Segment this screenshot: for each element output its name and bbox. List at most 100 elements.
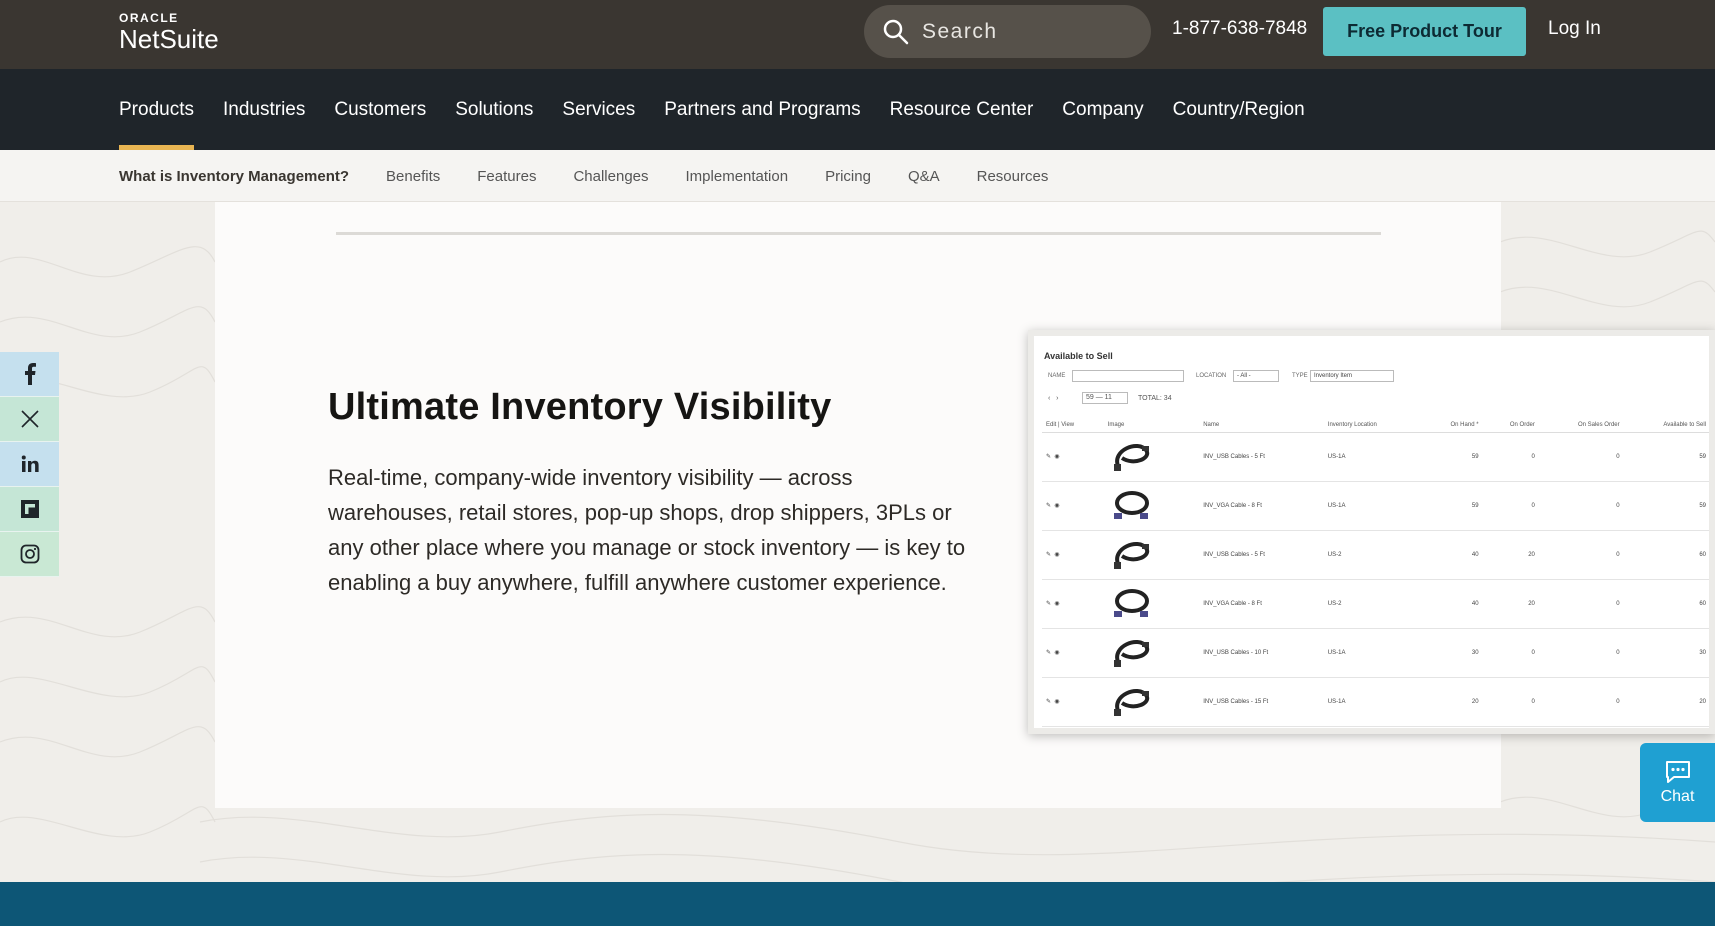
subnav-benefits[interactable]: Benefits xyxy=(386,168,440,185)
nav-country-region[interactable]: Country/Region xyxy=(1173,69,1305,150)
available-cell: 59 xyxy=(1623,481,1709,531)
section-headline: Ultimate Inventory Visibility xyxy=(328,386,832,428)
phone-number[interactable]: 1-877-638-7848 xyxy=(1172,18,1307,40)
nav-resource-center[interactable]: Resource Center xyxy=(890,69,1034,150)
available-to-sell-screenshot: Available to Sell NAME LOCATION - All - … xyxy=(1028,330,1715,734)
pager-total: TOTAL: 34 xyxy=(1138,395,1172,402)
subnav-resources[interactable]: Resources xyxy=(977,168,1049,185)
subnav-what-is[interactable]: What is Inventory Management? xyxy=(119,168,349,185)
facebook-share[interactable] xyxy=(0,352,59,397)
col-on-order: On Order xyxy=(1482,418,1539,433)
on-sales-order-cell: 0 xyxy=(1538,579,1624,629)
nav-customers[interactable]: Customers xyxy=(334,69,426,150)
view-eye-icon[interactable]: ◉ xyxy=(1054,650,1059,656)
subnav-features[interactable]: Features xyxy=(477,168,536,185)
view-eye-icon[interactable]: ◉ xyxy=(1054,552,1059,558)
subnav-pricing[interactable]: Pricing xyxy=(825,168,871,185)
search-icon[interactable] xyxy=(882,18,910,46)
subnav-challenges[interactable]: Challenges xyxy=(573,168,648,185)
table-row: ✎ ◉ INV_VGA Cable - 8 Ft US-2 40 20 0 60 xyxy=(1042,579,1709,629)
view-eye-icon[interactable]: ◉ xyxy=(1054,454,1059,460)
edit-pencil-icon[interactable]: ✎ xyxy=(1046,601,1051,607)
cable-image xyxy=(1113,443,1149,471)
nav-solutions[interactable]: Solutions xyxy=(455,69,533,150)
edit-view-cell[interactable]: ✎ ◉ xyxy=(1042,481,1104,531)
name-cell[interactable]: INV_USB Cables - 10 Ft xyxy=(1199,628,1324,678)
name-cell[interactable]: INV_VGA Cable - 8 Ft xyxy=(1199,481,1324,531)
location-cell: US-2 xyxy=(1323,530,1422,580)
edit-view-cell[interactable]: ✎ ◉ xyxy=(1042,579,1104,629)
edit-pencil-icon[interactable]: ✎ xyxy=(1046,552,1051,558)
on-hand-cell: 30 xyxy=(1421,628,1483,678)
available-cell: 20 xyxy=(1623,677,1709,727)
col-available: Available to Sell xyxy=(1623,418,1709,433)
image-cell xyxy=(1103,579,1200,629)
name-cell[interactable]: INV_USB Cables - 15 Ft xyxy=(1199,677,1324,727)
linkedin-icon xyxy=(21,455,39,472)
pager-prev-icon: ‹ › xyxy=(1048,395,1059,402)
free-product-tour-button[interactable]: Free Product Tour xyxy=(1323,7,1526,56)
name-cell[interactable]: INV_USB Cables - 5 Ft xyxy=(1199,530,1324,580)
view-eye-icon[interactable]: ◉ xyxy=(1054,699,1059,705)
edit-pencil-icon[interactable]: ✎ xyxy=(1046,503,1051,509)
location-cell: US-1A xyxy=(1323,628,1422,678)
col-on-sales-order: On Sales Order xyxy=(1538,418,1624,433)
on-hand-cell: 59 xyxy=(1421,481,1483,531)
table-row: ✎ ◉ INV_USB Cables - 10 Ft US-1A 30 0 0 30 xyxy=(1042,628,1709,678)
x-share[interactable] xyxy=(0,397,59,442)
edit-pencil-icon[interactable]: ✎ xyxy=(1046,454,1051,460)
cable-image xyxy=(1113,490,1149,519)
netsuite-logo[interactable]: ORACLE NetSuite xyxy=(119,12,219,53)
edit-pencil-icon[interactable]: ✎ xyxy=(1046,699,1051,705)
nav-services[interactable]: Services xyxy=(562,69,635,150)
search-input[interactable] xyxy=(922,19,1142,44)
image-cell xyxy=(1103,628,1200,678)
instagram-share[interactable] xyxy=(0,532,59,577)
nav-industries[interactable]: Industries xyxy=(223,69,305,150)
image-cell xyxy=(1103,530,1200,580)
edit-pencil-icon[interactable]: ✎ xyxy=(1046,650,1051,656)
filter-location-box: - All - xyxy=(1233,370,1279,382)
sub-nav: What is Inventory Management? Benefits F… xyxy=(0,150,1715,202)
subnav-qa[interactable]: Q&A xyxy=(908,168,940,185)
screenshot-title: Available to Sell xyxy=(1044,351,1113,361)
pager-range: 59 — 11 xyxy=(1082,392,1128,404)
nav-company[interactable]: Company xyxy=(1062,69,1143,150)
edit-view-cell[interactable]: ✎ ◉ xyxy=(1042,432,1104,482)
on-order-cell: 0 xyxy=(1482,481,1539,531)
filter-name-label: NAME xyxy=(1048,373,1066,379)
name-cell[interactable]: INV_USB Cables - 5 Ft xyxy=(1199,432,1324,482)
col-name: Name xyxy=(1199,418,1324,433)
facebook-icon xyxy=(24,363,36,385)
search-bar[interactable] xyxy=(864,5,1151,58)
x-icon xyxy=(20,410,39,428)
edit-view-cell[interactable]: ✎ ◉ xyxy=(1042,677,1104,727)
linkedin-share[interactable] xyxy=(0,442,59,487)
table-row: ✎ ◉ INV_USB Cables - 15 Ft US-1A 20 0 0 20 xyxy=(1042,677,1709,727)
on-sales-order-cell: 0 xyxy=(1538,530,1624,580)
name-cell[interactable]: INV_VGA Cable - 8 Ft xyxy=(1199,579,1324,629)
location-cell: US-2 xyxy=(1323,579,1422,629)
location-cell: US-1A xyxy=(1323,432,1422,482)
view-eye-icon[interactable]: ◉ xyxy=(1054,601,1059,607)
cable-image xyxy=(1113,688,1149,716)
login-link[interactable]: Log In xyxy=(1548,18,1601,40)
on-sales-order-cell: 0 xyxy=(1538,628,1624,678)
edit-view-cell[interactable]: ✎ ◉ xyxy=(1042,628,1104,678)
image-cell xyxy=(1103,481,1200,531)
on-hand-cell: 40 xyxy=(1421,579,1483,629)
chat-button[interactable]: Chat xyxy=(1640,743,1715,822)
view-eye-icon[interactable]: ◉ xyxy=(1054,503,1059,509)
edit-view-cell[interactable]: ✎ ◉ xyxy=(1042,530,1104,580)
filter-type-box: Inventory Item xyxy=(1310,370,1394,382)
nav-products[interactable]: Products xyxy=(119,69,194,150)
image-cell xyxy=(1103,432,1200,482)
on-sales-order-cell: 0 xyxy=(1538,481,1624,531)
subnav-implementation[interactable]: Implementation xyxy=(686,168,789,185)
flipboard-share[interactable] xyxy=(0,487,59,532)
location-cell: US-1A xyxy=(1323,481,1422,531)
available-cell: 60 xyxy=(1623,579,1709,629)
chat-label: Chat xyxy=(1660,787,1695,805)
nav-partners[interactable]: Partners and Programs xyxy=(664,69,860,150)
cable-image xyxy=(1113,541,1149,569)
